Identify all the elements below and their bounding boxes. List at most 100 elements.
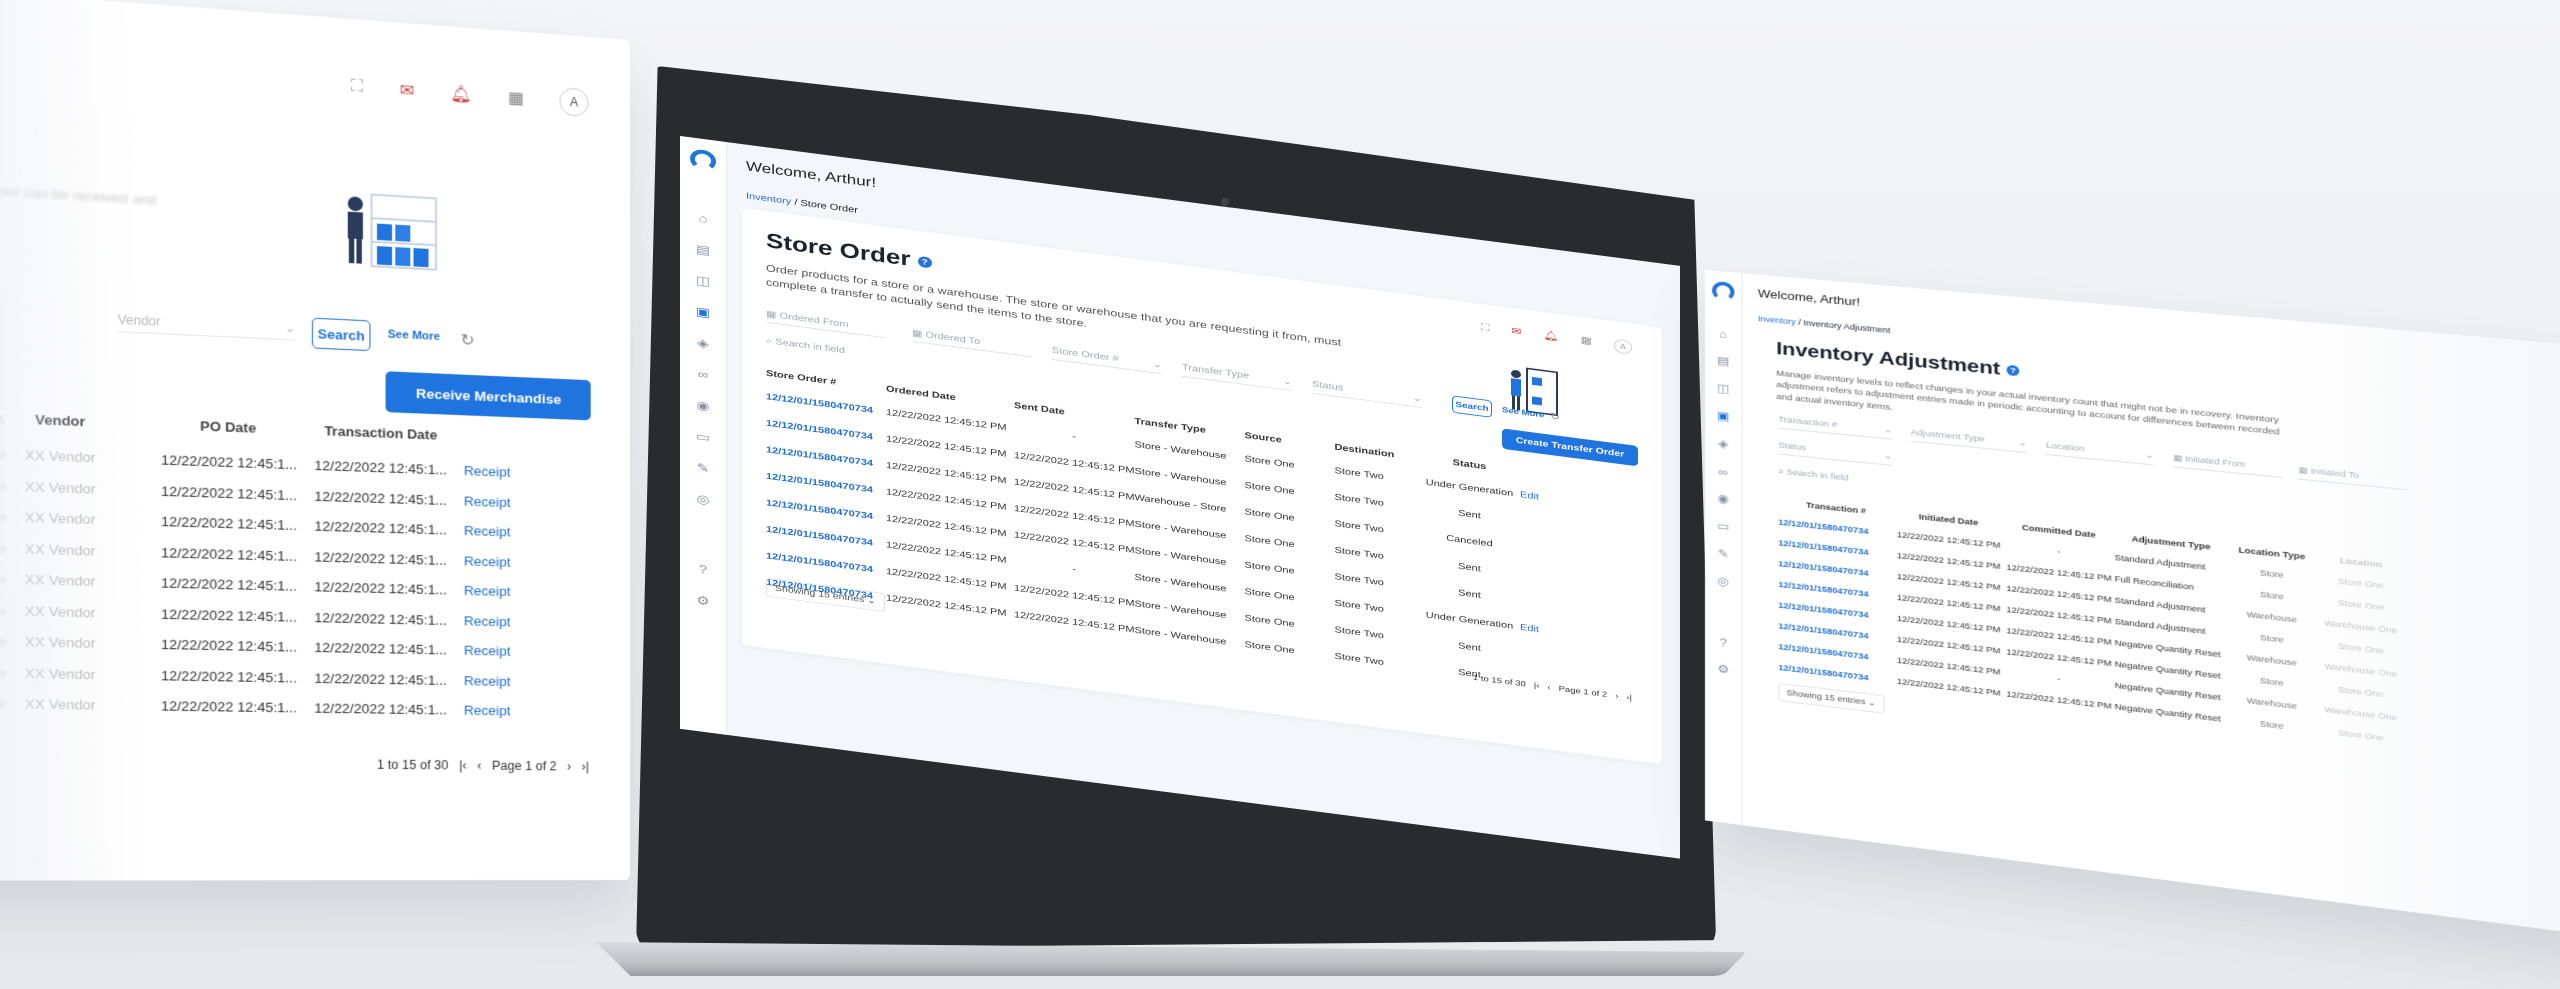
search-input[interactable]: ⌕ Search in field	[1778, 467, 1986, 498]
logo-icon[interactable]	[1712, 280, 1735, 302]
target-icon[interactable]: ◎	[693, 490, 713, 508]
receipt-link[interactable]: Receipt	[455, 695, 519, 726]
cell-location: Store One	[0, 601, 7, 619]
info-icon[interactable]: ?	[2006, 365, 2020, 377]
laptop-base	[596, 942, 1746, 976]
bell-icon[interactable]: 🔔︎	[1543, 329, 1558, 345]
wrench-icon[interactable]: ✎	[693, 459, 713, 477]
transaction-field[interactable]: Transaction # ⌄	[1778, 414, 1892, 440]
cell-location: Store One	[0, 538, 7, 557]
chart-icon[interactable]: ▤	[1713, 352, 1733, 371]
home-icon[interactable]: ⌂	[693, 209, 713, 227]
bell-icon[interactable]: 🔔︎	[450, 79, 472, 109]
edit-link[interactable]	[1514, 640, 1544, 670]
ordered-to-field[interactable]: ▦ Ordered To	[912, 327, 1032, 358]
first-page-icon[interactable]: |‹	[459, 758, 467, 772]
breadcrumb-inventory[interactable]: Inventory	[746, 191, 791, 206]
bag-icon[interactable]: ◫	[693, 272, 713, 290]
cell-po-date: 12/22/2022 12:45:1...	[160, 636, 297, 655]
inventory-icon[interactable]: ▣	[693, 303, 713, 321]
page-description: Manage inventory levels to reflect chang…	[1776, 368, 2280, 438]
grid-icon[interactable]: ▦	[508, 83, 524, 112]
user-icon[interactable]: ◉	[693, 397, 713, 415]
receipt-link[interactable]: Receipt	[455, 545, 519, 577]
breadcrumb: Inventory / Inventory Adjustment	[1758, 314, 1891, 335]
grid-icon[interactable]: ▦	[1581, 334, 1592, 350]
store-order-field[interactable]: Store Order # ⌄	[1052, 345, 1162, 375]
bag-icon[interactable]: ◫	[1713, 379, 1733, 398]
vendor-select[interactable]: Vendor ⌄	[117, 312, 296, 341]
cell-vendor: XX Vendor	[24, 509, 96, 528]
avatar[interactable]: A	[1614, 338, 1632, 355]
receive-merchandise-button[interactable]: Receive Merchandise	[385, 371, 591, 421]
edit-link[interactable]	[1514, 560, 1544, 590]
inventory-icon[interactable]: ▣	[1713, 407, 1733, 426]
tag-icon[interactable]: ◈	[693, 334, 713, 352]
last-page-icon[interactable]: ›|	[582, 760, 589, 774]
gift-icon[interactable]: ✉	[1511, 325, 1521, 340]
tag-icon[interactable]: ◈	[1713, 434, 1733, 453]
wrench-icon[interactable]: ✎	[1713, 544, 1733, 563]
card-icon[interactable]: ▭	[1713, 517, 1733, 536]
breadcrumb-current: Inventory Adjustment	[1803, 318, 1891, 335]
transfer-icon[interactable]: ∞	[1713, 462, 1733, 481]
status-field[interactable]: Status ⌄	[1778, 440, 1892, 466]
chevron-down-icon: ⌄	[2018, 437, 2027, 449]
settings-icon[interactable]: ⚙	[1713, 660, 1733, 680]
receipt-link[interactable]: Receipt	[455, 516, 519, 548]
receipt-link[interactable]: Receipt	[455, 456, 519, 488]
right-panel: ⌂ ▤ ◫ ▣ ◈ ∞ ◉ ▭ ✎ ◎ ? ⚙ Welcome, Arthur!…	[1705, 270, 2560, 953]
help-icon[interactable]: ?	[693, 560, 713, 578]
cell-transaction-date: 12/22/2022 12:45:1...	[314, 609, 447, 628]
target-icon[interactable]: ◎	[1713, 572, 1733, 591]
chevron-down-icon: ⌄	[867, 595, 877, 607]
expand-icon[interactable]: ⛶	[351, 72, 363, 102]
page-indicator: Page 1 of 2	[492, 758, 557, 774]
breadcrumb-inventory[interactable]: Inventory	[1758, 314, 1796, 326]
avatar[interactable]: A	[559, 87, 589, 118]
edit-link[interactable]	[1514, 507, 1544, 537]
edit-link[interactable]: Edit	[1514, 481, 1544, 511]
cell-transaction-date: 12/22/2022 12:45:1...	[314, 639, 447, 658]
last-page-icon[interactable]: ›|	[1626, 693, 1632, 702]
receipt-link[interactable]: Receipt	[455, 605, 519, 636]
home-icon[interactable]: ⌂	[1713, 324, 1733, 343]
laptop: ⌂ ▤ ◫ ▣ ◈ ∞ ◉ ▭ ✎ ◎ ? ⚙ Welcome, Arthur!…	[596, 66, 1746, 976]
prev-page-icon[interactable]: ‹	[1547, 683, 1550, 692]
reset-icon[interactable]: ↻	[460, 330, 474, 351]
initiated-to-field[interactable]: ▦ Initiated To	[2298, 465, 2411, 491]
settings-icon[interactable]: ⚙	[693, 592, 713, 610]
receipt-link[interactable]: Receipt	[455, 486, 519, 518]
gift-icon[interactable]: ✉	[400, 76, 414, 106]
initiated-from-field[interactable]: ▦ Initiated From	[2173, 452, 2283, 479]
chart-icon[interactable]: ▤	[693, 241, 713, 259]
first-page-icon[interactable]: |‹	[1534, 681, 1540, 690]
edit-link[interactable]	[1514, 534, 1544, 564]
logo-icon[interactable]	[690, 148, 716, 172]
status-field[interactable]: Status ⌄	[1312, 379, 1422, 408]
search-button[interactable]: Search	[311, 317, 371, 352]
calendar-icon: ▦	[2173, 452, 2183, 463]
ordered-from-field[interactable]: ▦ Ordered From	[766, 308, 886, 339]
receipt-link[interactable]: Receipt	[455, 635, 519, 666]
prev-page-icon[interactable]: ‹	[477, 758, 481, 772]
transfer-icon[interactable]: ∞	[693, 365, 713, 383]
inventory-adjustment-table: Transaction # Initiated Date Committed D…	[1778, 493, 2405, 752]
search-button[interactable]: Search	[1452, 395, 1492, 418]
card-icon[interactable]: ▭	[693, 428, 713, 446]
location-field[interactable]: Location ⌄	[2045, 440, 2154, 466]
reset-icon[interactable]: ↻	[1550, 410, 1560, 422]
info-icon[interactable]: ?	[917, 255, 932, 269]
expand-icon[interactable]: ⛶	[1481, 321, 1489, 336]
next-page-icon[interactable]: ›	[1615, 692, 1618, 701]
user-icon[interactable]: ◉	[1713, 489, 1733, 508]
see-more-link[interactable]: See More	[388, 328, 440, 343]
help-icon[interactable]: ?	[1713, 632, 1733, 652]
edit-link[interactable]: Edit	[1514, 613, 1544, 643]
receipt-link[interactable]: Receipt	[455, 665, 519, 696]
transfer-type-field[interactable]: Transfer Type ⌄	[1182, 362, 1292, 391]
adjustment-type-field[interactable]: Adjustment Type ⌄	[1910, 427, 2027, 453]
receipt-link[interactable]: Receipt	[455, 575, 519, 606]
edit-link[interactable]	[1514, 587, 1544, 617]
next-page-icon[interactable]: ›	[567, 759, 571, 773]
